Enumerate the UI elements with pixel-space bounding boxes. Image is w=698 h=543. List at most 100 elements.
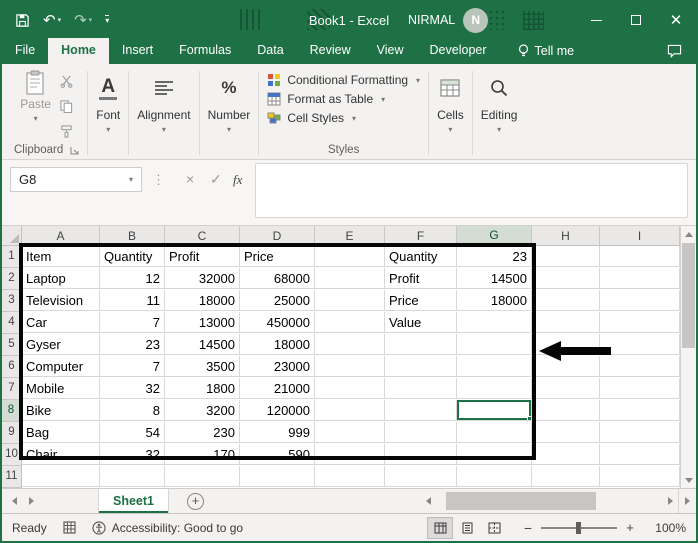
macro-record-button[interactable]	[63, 521, 76, 534]
cell-B9[interactable]: 54	[100, 422, 165, 443]
cell-G9[interactable]	[457, 422, 532, 443]
maximize-button[interactable]	[616, 2, 656, 38]
zoom-in-button[interactable]: +	[622, 520, 638, 535]
cell-G2[interactable]: 14500	[457, 268, 532, 289]
cell-styles-button[interactable]: Cell Styles ▾	[267, 111, 420, 125]
cell-F4[interactable]: Value	[385, 312, 457, 333]
cell-B3[interactable]: 11	[100, 290, 165, 311]
cell-A4[interactable]: Car	[22, 312, 100, 333]
vertical-scrollbar[interactable]	[680, 226, 696, 488]
conditional-formatting-button[interactable]: Conditional Formatting ▾	[267, 73, 420, 87]
cell-B7[interactable]: 32	[100, 378, 165, 399]
normal-view-button[interactable]	[428, 518, 452, 538]
cell-G8[interactable]	[457, 400, 532, 421]
scroll-down-icon[interactable]	[681, 473, 696, 487]
cell-D7[interactable]: 21000	[240, 378, 315, 399]
cell-E3[interactable]	[315, 290, 385, 311]
cell-D3[interactable]: 25000	[240, 290, 315, 311]
cell-I10[interactable]	[600, 444, 680, 465]
formula-input[interactable]	[255, 163, 688, 218]
row-header-3[interactable]: 3	[2, 290, 22, 312]
cell-A9[interactable]: Bag	[22, 422, 100, 443]
cells-group-collapsed[interactable]: Cells ▾	[429, 67, 472, 159]
row-header-5[interactable]: 5	[2, 334, 22, 356]
scrollbar-corner[interactable]	[678, 489, 696, 513]
undo-icon[interactable]: ↶▾	[43, 13, 61, 28]
cell-A10[interactable]: Chair	[22, 444, 100, 465]
cell-A7[interactable]: Mobile	[22, 378, 100, 399]
cell-C4[interactable]: 13000	[165, 312, 240, 333]
vertical-scroll-thumb[interactable]	[682, 243, 695, 348]
cell-F8[interactable]	[385, 400, 457, 421]
zoom-slider-thumb[interactable]	[576, 522, 581, 534]
column-header-A[interactable]: A	[22, 226, 100, 246]
column-header-D[interactable]: D	[240, 226, 315, 246]
row-header-11[interactable]: 11	[2, 466, 22, 488]
cell-G6[interactable]	[457, 356, 532, 377]
cell-C8[interactable]: 3200	[165, 400, 240, 421]
cell-F1[interactable]: Quantity	[385, 246, 457, 267]
cell-I4[interactable]	[600, 312, 680, 333]
add-sheet-button[interactable]: +	[187, 493, 204, 510]
cell-E10[interactable]	[315, 444, 385, 465]
cell-D9[interactable]: 999	[240, 422, 315, 443]
cell-E7[interactable]	[315, 378, 385, 399]
scroll-right-icon[interactable]	[662, 489, 678, 513]
cell-B5[interactable]: 23	[100, 334, 165, 355]
cell-C9[interactable]: 230	[165, 422, 240, 443]
prev-sheet-icon[interactable]	[12, 497, 17, 505]
alignment-group-collapsed[interactable]: Alignment ▾	[129, 67, 198, 159]
cell-I5[interactable]	[600, 334, 680, 355]
minimize-button[interactable]	[576, 2, 616, 38]
cell-I9[interactable]	[600, 422, 680, 443]
cell-G10[interactable]	[457, 444, 532, 465]
scroll-left-icon[interactable]	[420, 489, 436, 513]
column-header-G[interactable]: G	[457, 226, 532, 246]
select-all-corner[interactable]	[2, 226, 22, 246]
cell-A8[interactable]: Bike	[22, 400, 100, 421]
cell-F7[interactable]	[385, 378, 457, 399]
row-header-7[interactable]: 7	[2, 378, 22, 400]
tab-view[interactable]: View	[364, 38, 417, 64]
cell-D4[interactable]: 450000	[240, 312, 315, 333]
cell-B2[interactable]: 12	[100, 268, 165, 289]
column-header-E[interactable]: E	[315, 226, 385, 246]
cell-A3[interactable]: Television	[22, 290, 100, 311]
worksheet-grid[interactable]: ABCDEFGHI1ItemQuantityProfitPriceQuantit…	[2, 226, 680, 488]
dialog-launcher-icon[interactable]	[70, 146, 79, 155]
account-area[interactable]: NIRMAL N	[408, 8, 488, 33]
cell-A5[interactable]: Gyser	[22, 334, 100, 355]
tab-developer[interactable]: Developer	[417, 38, 500, 64]
cell-E8[interactable]	[315, 400, 385, 421]
cell-A11[interactable]	[22, 466, 100, 487]
formula-bar-drag-handle[interactable]: ⋮	[152, 172, 165, 188]
zoom-slider[interactable]	[541, 527, 617, 529]
zoom-out-button[interactable]: −	[520, 520, 536, 536]
cancel-entry-icon[interactable]: ×	[186, 171, 194, 187]
cell-C7[interactable]: 1800	[165, 378, 240, 399]
page-break-view-button[interactable]	[482, 518, 506, 538]
tell-me-box[interactable]: Tell me	[518, 38, 575, 64]
scroll-up-icon[interactable]	[681, 227, 696, 241]
row-header-8[interactable]: 8	[2, 400, 22, 422]
cell-I7[interactable]	[600, 378, 680, 399]
tab-data[interactable]: Data	[244, 38, 296, 64]
zoom-level[interactable]: 100%	[638, 521, 686, 535]
cell-H2[interactable]	[532, 268, 600, 289]
horizontal-scroll-thumb[interactable]	[446, 492, 596, 510]
cell-F3[interactable]: Price	[385, 290, 457, 311]
close-button[interactable]: ✕	[656, 2, 696, 38]
paste-button[interactable]: Paste ▾	[20, 70, 51, 143]
horizontal-scroll-track[interactable]	[436, 489, 662, 513]
cell-H10[interactable]	[532, 444, 600, 465]
font-group-collapsed[interactable]: A Font ▾	[88, 67, 128, 159]
cell-E5[interactable]	[315, 334, 385, 355]
column-header-H[interactable]: H	[532, 226, 600, 246]
cell-D11[interactable]	[240, 466, 315, 487]
tab-home[interactable]: Home	[48, 38, 109, 64]
cell-H4[interactable]	[532, 312, 600, 333]
cell-A6[interactable]: Computer	[22, 356, 100, 377]
row-header-9[interactable]: 9	[2, 422, 22, 444]
cell-F11[interactable]	[385, 466, 457, 487]
row-header-10[interactable]: 10	[2, 444, 22, 466]
